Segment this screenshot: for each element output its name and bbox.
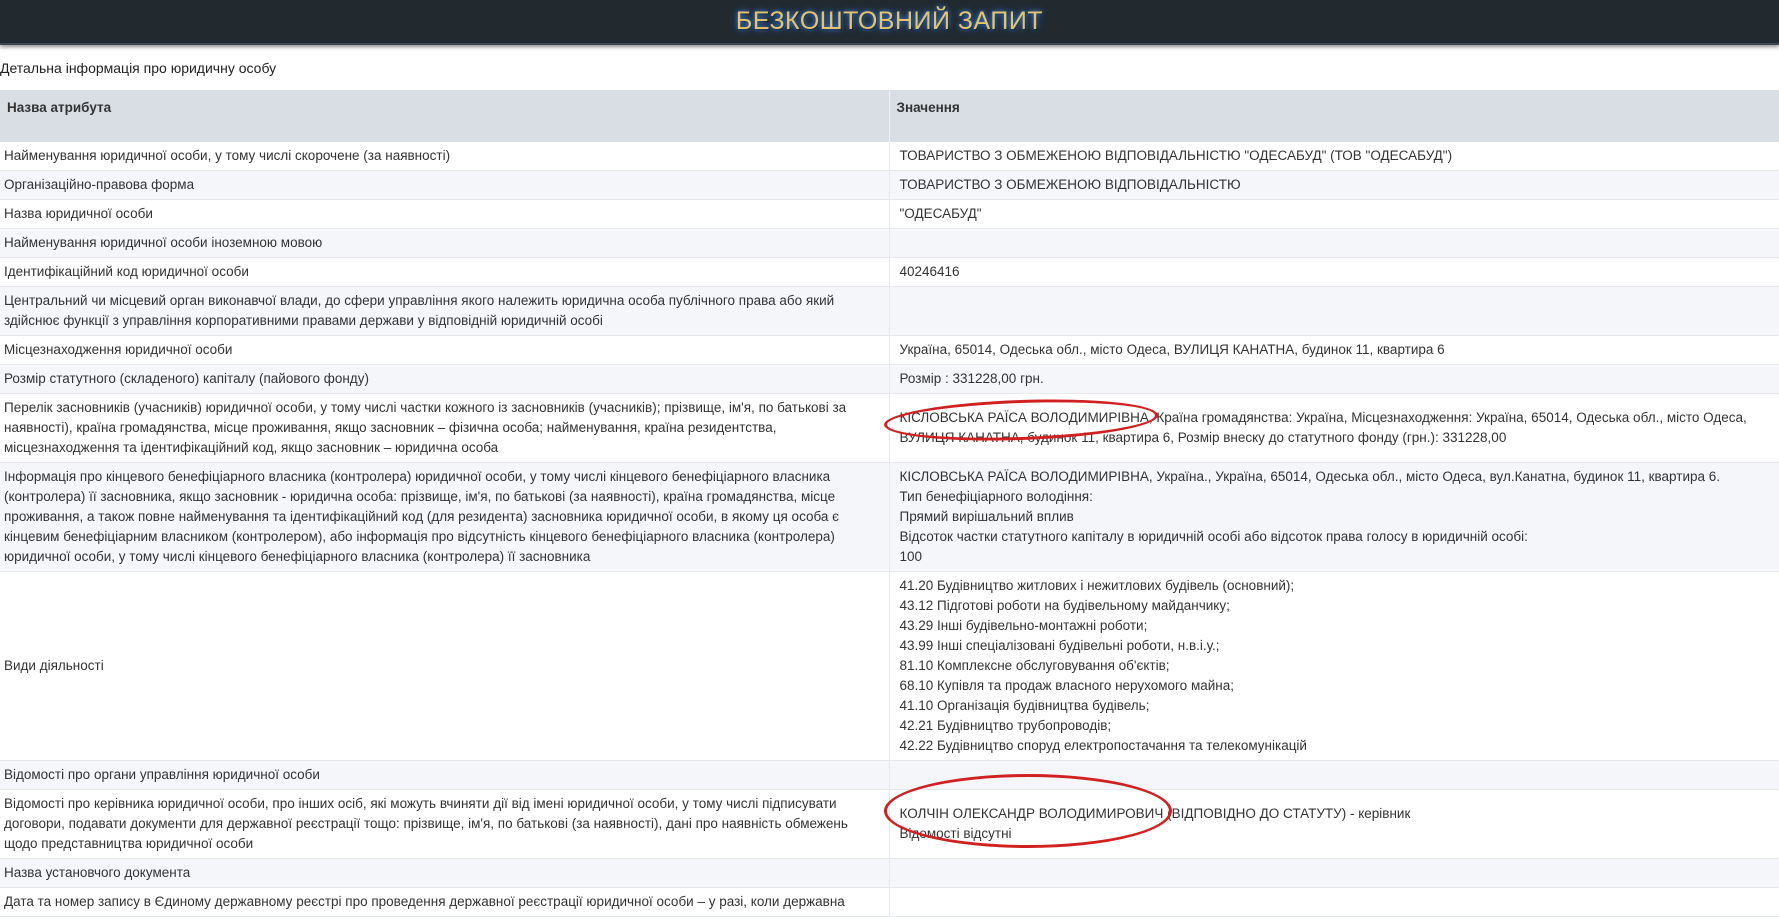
- value-line: КОЛЧІН ОЛЕКСАНДР ВОЛОДИМИРОВИЧ (ВІДПОВІД…: [899, 806, 1411, 821]
- value-line: "ОДЕСАБУД": [899, 206, 982, 221]
- value-line: [900, 892, 1775, 912]
- value-line: Відсоток частки статутного капіталу в юр…: [899, 529, 1528, 544]
- value-line: 42.22 Будівництво споруд електропостачан…: [899, 738, 1307, 753]
- value-cell: [889, 858, 1779, 888]
- attribute-cell: Центральний чи місцевий орган виконавчої…: [0, 286, 890, 336]
- value-cell: Україна, 65014, Одеська обл., місто Одес…: [889, 335, 1779, 365]
- value-cell: КІСЛОВСЬКА РАЇСА ВОЛОДИМИРІВНА, Україна.…: [889, 462, 1779, 572]
- table-row: Найменування юридичної особи іноземною м…: [0, 228, 1779, 258]
- attribute-cell: Інформація про кінцевого бенефіціарного …: [0, 462, 890, 572]
- value-line: 42.21 Будівництво трубопроводів;: [899, 718, 1112, 733]
- value-line: 100: [899, 549, 923, 564]
- table-header-row: Назва атрибута Значення: [0, 90, 1779, 142]
- value-cell: [889, 760, 1779, 790]
- column-header-attribute[interactable]: Назва атрибута: [0, 90, 890, 142]
- value-line: 43.29 Інші будівельно-монтажні роботи;: [899, 618, 1148, 633]
- value-line: Тип бенефіціарного володіння:: [899, 489, 1093, 504]
- value-line: 68.10 Купівля та продаж власного нерухом…: [899, 678, 1235, 693]
- entity-details-table: Назва атрибута Значення Найменування юри…: [0, 90, 1779, 917]
- attribute-cell: Перелік засновників (учасників) юридично…: [0, 393, 890, 463]
- value-line: КІСЛОВСЬКА РАЇСА ВОЛОДИМИРІВНА, Україна.…: [899, 469, 1721, 484]
- value-line: [900, 233, 1775, 253]
- attribute-cell: Ідентифікаційний код юридичної особи: [0, 257, 890, 287]
- banner-title: БЕЗКОШТОВНИЙ ЗАПИТ: [735, 7, 1044, 35]
- value-cell: [889, 286, 1779, 336]
- attribute-cell: Найменування юридичної особи іноземною м…: [0, 228, 890, 258]
- value-cell: КІСЛОВСЬКА РАЇСА ВОЛОДИМИРІВНА, Країна г…: [889, 393, 1779, 463]
- top-banner: БЕЗКОШТОВНИЙ ЗАПИТ: [0, 0, 1779, 45]
- table-row: Відомості про керівника юридичної особи,…: [0, 789, 1779, 859]
- value-line: Прямий вирішальний вплив: [899, 509, 1074, 524]
- table-body: Найменування юридичної особи, у тому чис…: [0, 142, 1779, 917]
- table-row: Назва юридичної особи "ОДЕСАБУД": [0, 199, 1779, 229]
- value-line: [900, 301, 1775, 321]
- attribute-cell: Види діяльності: [0, 571, 890, 761]
- value-line: КІСЛОВСЬКА РАЇСА ВОЛОДИМИРІВНА, Країна г…: [899, 410, 1747, 445]
- table-row: Найменування юридичної особи, у тому чис…: [0, 142, 1779, 171]
- value-line: 41.10 Організація будівництва будівель;: [899, 698, 1150, 713]
- attribute-cell: Назва установчого документа: [0, 858, 890, 888]
- value-line: Розмір : 331228,00 грн.: [899, 371, 1044, 386]
- value-line: [900, 765, 1775, 785]
- value-cell: [889, 228, 1779, 258]
- column-header-value[interactable]: Значення: [889, 90, 1779, 142]
- value-cell: "ОДЕСАБУД": [889, 199, 1779, 229]
- table-row: Види діяльності 41.20 Будівництво житлови…: [0, 571, 1779, 761]
- table-row: Дата та номер запису в Єдиному державном…: [0, 887, 1779, 917]
- table-row: Організаційно-правова форма ТОВАРИСТВО З …: [0, 170, 1779, 200]
- value-cell: 41.20 Будівництво житлових і нежитлових …: [889, 571, 1779, 761]
- table-row: Ідентифікаційний код юридичної особи 4024…: [0, 257, 1779, 287]
- value-cell: 40246416: [889, 257, 1779, 287]
- value-line: 41.20 Будівництво житлових і нежитлових …: [899, 578, 1295, 593]
- table-row: Розмір статутного (складеного) капіталу …: [0, 364, 1779, 394]
- value-line: 43.99 Інші спеціалізовані будівельні роб…: [899, 638, 1220, 653]
- table-row: Центральний чи місцевий орган виконавчої…: [0, 286, 1779, 336]
- value-line: 40246416: [899, 264, 960, 279]
- attribute-cell: Назва юридичної особи: [0, 199, 890, 229]
- table-row: Назва установчого документа: [0, 858, 1779, 888]
- table-row: Відомості про органи управління юридично…: [0, 760, 1779, 790]
- table-row: Перелік засновників (учасників) юридично…: [0, 393, 1779, 463]
- attribute-cell: Місцезнаходження юридичної особи: [0, 335, 890, 365]
- page-subtitle: Детальна інформація про юридичну особу: [0, 60, 277, 76]
- attribute-cell: Найменування юридичної особи, у тому чис…: [0, 142, 890, 171]
- value-line: 81.10 Комплексне обслуговування об'єктів…: [899, 658, 1170, 673]
- value-line: 43.12 Підготові роботи на будівельному м…: [899, 598, 1230, 613]
- value-cell: Розмір : 331228,00 грн.: [889, 364, 1779, 394]
- value-cell: [889, 887, 1779, 917]
- attribute-cell: Дата та номер запису в Єдиному державном…: [0, 887, 890, 917]
- value-cell: ТОВАРИСТВО З ОБМЕЖЕНОЮ ВІДПОВІДАЛЬНІСТЮ …: [889, 142, 1779, 171]
- table-row: Інформація про кінцевого бенефіціарного …: [0, 462, 1779, 572]
- attribute-cell: Відомості про керівника юридичної особи,…: [0, 789, 890, 859]
- value-cell: ТОВАРИСТВО З ОБМЕЖЕНОЮ ВІДПОВІДАЛЬНІСТЮ: [889, 170, 1779, 200]
- value-line: Відомості відсутні: [899, 826, 1012, 841]
- table-row: Місцезнаходження юридичної особи Україна,…: [0, 335, 1779, 365]
- value-line: [900, 863, 1775, 883]
- value-line: ТОВАРИСТВО З ОБМЕЖЕНОЮ ВІДПОВІДАЛЬНІСТЮ: [899, 177, 1241, 192]
- value-line: ТОВАРИСТВО З ОБМЕЖЕНОЮ ВІДПОВІДАЛЬНІСТЮ …: [899, 148, 1453, 163]
- value-line: Україна, 65014, Одеська обл., місто Одес…: [899, 342, 1445, 357]
- attribute-cell: Організаційно-правова форма: [0, 170, 890, 200]
- attribute-cell: Відомості про органи управління юридично…: [0, 760, 890, 790]
- attribute-cell: Розмір статутного (складеного) капіталу …: [0, 364, 890, 394]
- value-cell: КОЛЧІН ОЛЕКСАНДР ВОЛОДИМИРОВИЧ (ВІДПОВІД…: [889, 789, 1779, 859]
